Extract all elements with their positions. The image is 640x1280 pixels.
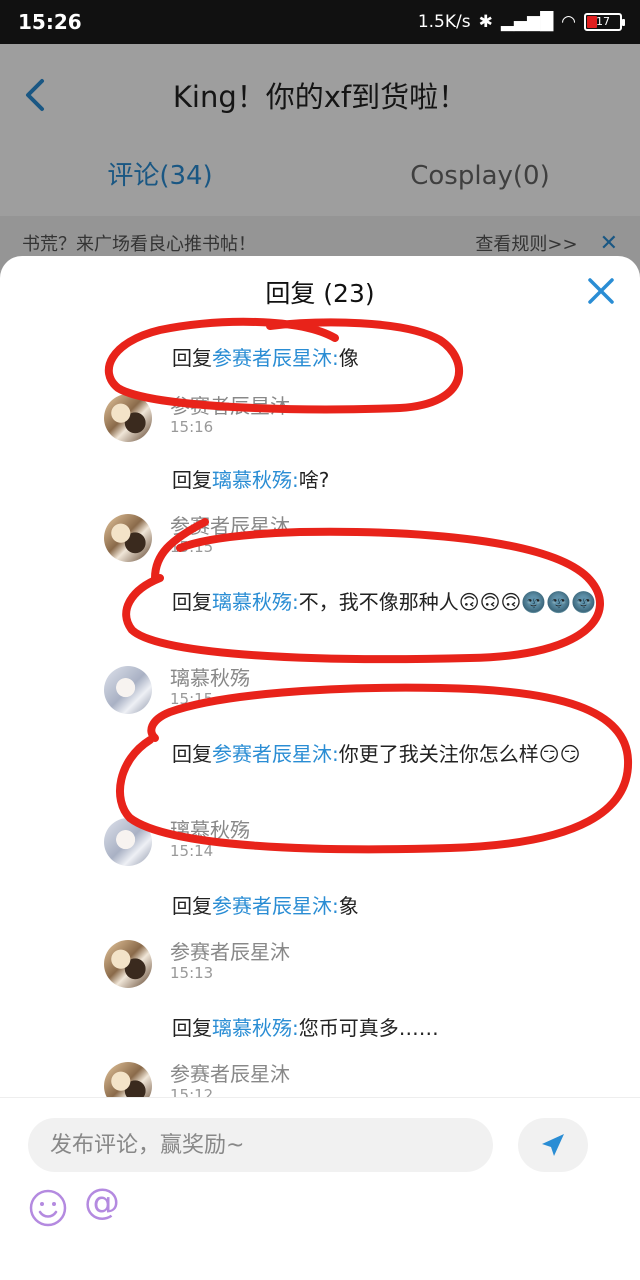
- avatar[interactable]: [104, 940, 152, 988]
- send-icon: [542, 1134, 564, 1156]
- status-right: 1.5K/s ✱ ▂▄▆█ ◠ 17: [417, 12, 625, 32]
- reply-target-link[interactable]: 璃慕秋殇:: [212, 468, 299, 492]
- reply-target-link[interactable]: 参赛者辰星沐:: [212, 346, 339, 370]
- signal-icon: ▂▄▆█: [500, 12, 554, 32]
- emoji-icon[interactable]: [28, 1188, 68, 1228]
- reply-time: 15:16: [170, 418, 214, 436]
- comment-input[interactable]: [28, 1118, 493, 1172]
- author-name[interactable]: 璃慕秋殇: [170, 814, 250, 843]
- bluetooth-icon: ✱: [478, 12, 493, 32]
- status-bar: 15:26 1.5K/s ✱ ▂▄▆█ ◠ 17: [0, 0, 640, 44]
- author-name[interactable]: 参赛者辰星沐: [170, 936, 290, 965]
- wifi-icon: ◠: [561, 12, 576, 32]
- avatar[interactable]: [104, 394, 152, 442]
- reply-text[interactable]: 回复参赛者辰星沐:象: [172, 890, 622, 922]
- reply-target-link[interactable]: 璃慕秋殇:: [212, 590, 299, 614]
- send-button[interactable]: [518, 1118, 588, 1172]
- author-name[interactable]: 璃慕秋殇: [170, 662, 250, 691]
- reply-target-link[interactable]: 参赛者辰星沐:: [212, 742, 339, 766]
- reply-time: 15:15: [170, 690, 214, 708]
- close-icon[interactable]: [586, 276, 616, 306]
- reply-text[interactable]: 回复参赛者辰星沐:你更了我关注你怎么样😏😏: [172, 738, 622, 770]
- battery-icon: 17: [584, 13, 625, 31]
- mention-icon[interactable]: @: [84, 1182, 120, 1223]
- author-name[interactable]: 参赛者辰星沐: [170, 390, 290, 419]
- reply-time: 15:15: [170, 538, 214, 556]
- sheet-title: 回复 (23): [265, 279, 375, 308]
- reply-time: 15:13: [170, 964, 214, 982]
- network-speed: 1.5K/s: [417, 12, 471, 32]
- reply-text[interactable]: 回复璃慕秋殇:不，我不像那种人🙃🙃🙃🌚🌚🌚: [172, 586, 622, 618]
- avatar[interactable]: [104, 666, 152, 714]
- reply-time: 15:14: [170, 842, 214, 860]
- comment-input-bar: @: [0, 1097, 640, 1280]
- reply-text[interactable]: 回复参赛者辰星沐:像: [172, 342, 622, 374]
- author-name[interactable]: 参赛者辰星沐: [170, 1058, 290, 1087]
- avatar[interactable]: [104, 514, 152, 562]
- reply-text[interactable]: 回复璃慕秋殇:啥?: [172, 464, 622, 496]
- reply-target-link[interactable]: 参赛者辰星沐:: [212, 894, 339, 918]
- status-time: 15:26: [18, 10, 82, 34]
- author-name[interactable]: 参赛者辰星沐: [170, 510, 290, 539]
- reply-target-link[interactable]: 璃慕秋殇:: [212, 1016, 299, 1040]
- reply-text[interactable]: 回复璃慕秋殇:您币可真多……: [172, 1012, 622, 1044]
- avatar[interactable]: [104, 818, 152, 866]
